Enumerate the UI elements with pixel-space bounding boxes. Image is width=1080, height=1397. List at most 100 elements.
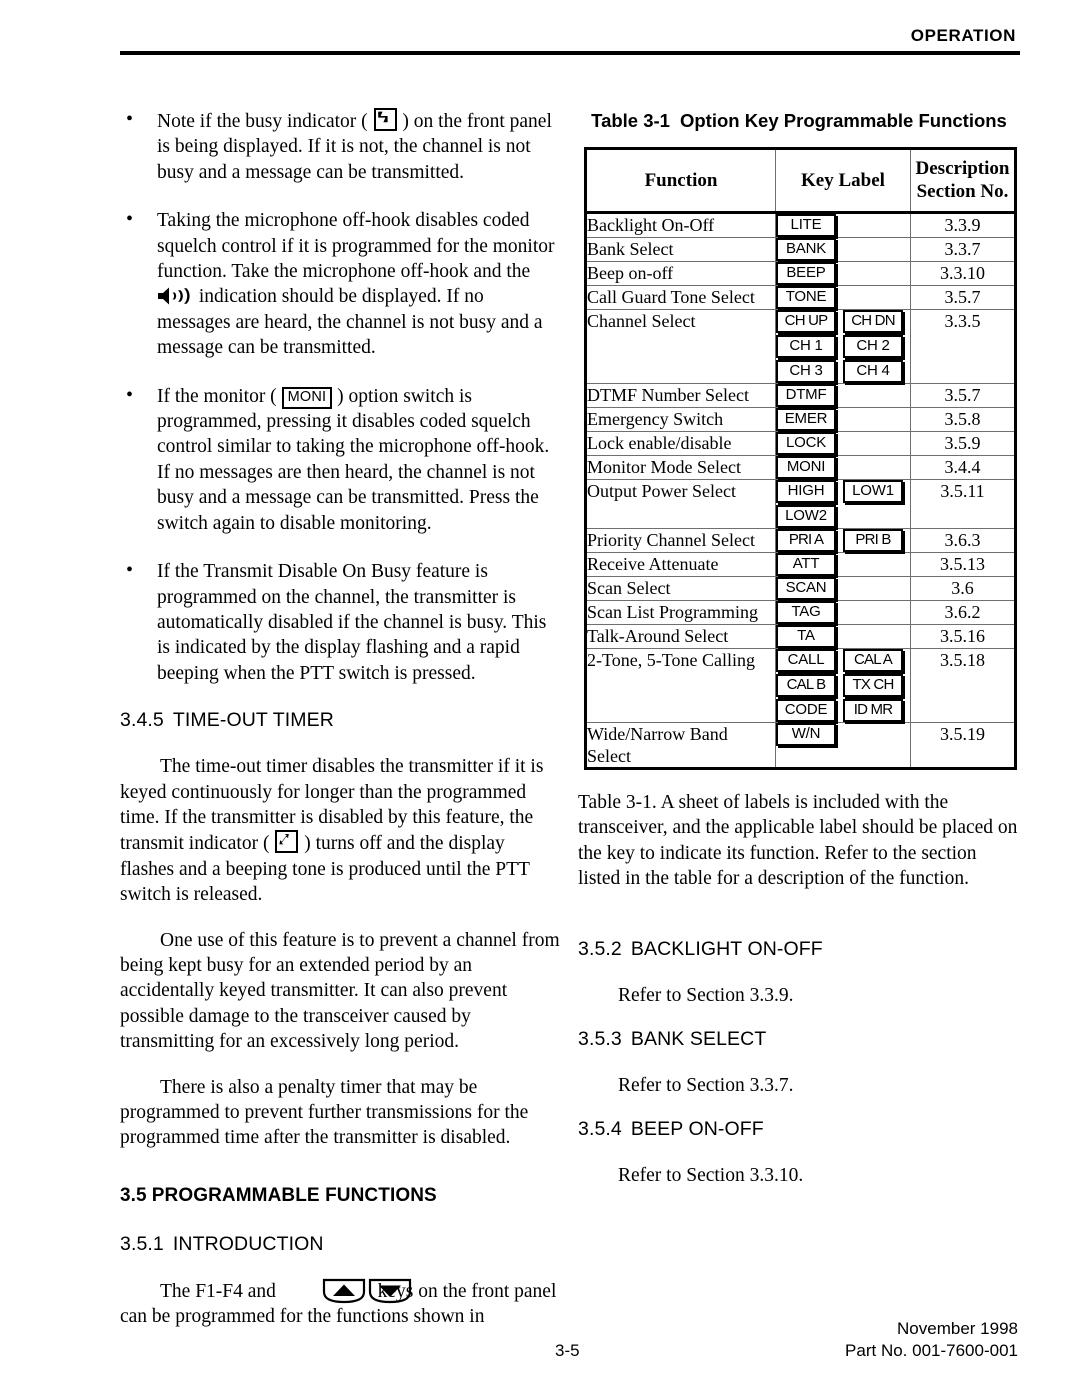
cell-section-no: 3.6.3 bbox=[910, 528, 1016, 553]
table-caption-number: Table 3-1 bbox=[591, 110, 670, 131]
section-heading-352: 3.5.2 BACKLIGHT ON-OFF bbox=[578, 938, 1020, 961]
key-label-box: TAG bbox=[776, 601, 836, 624]
key-label-row: TA bbox=[776, 625, 910, 648]
section-heading-351: 3.5.1 INTRODUCTION bbox=[120, 1233, 562, 1256]
key-label-row: PRI A PRI B bbox=[776, 529, 910, 552]
section-number: 3.5.3 bbox=[578, 1028, 622, 1051]
cell-key-label: ATT bbox=[775, 552, 911, 577]
bullet-text-before: Note if the busy indicator ( bbox=[157, 111, 373, 132]
paragraph-after-table: Table 3-1. A sheet of labels is included… bbox=[578, 792, 1018, 890]
key-label-box: CH DN bbox=[843, 310, 903, 333]
section-title: BANK SELECT bbox=[630, 1028, 767, 1051]
cell-section-no: 3.3.7 bbox=[910, 237, 1016, 262]
key-label-row: LOCK bbox=[776, 432, 910, 455]
key-label-box: EMER bbox=[776, 408, 836, 431]
key-label-box: W/N bbox=[776, 723, 836, 746]
bullet-list: • Note if the busy indicator ( ) on the … bbox=[120, 108, 562, 686]
cell-function: Monitor Mode Select bbox=[585, 455, 776, 480]
cell-key-label: BANK bbox=[775, 237, 911, 262]
cell-key-label: DTMF bbox=[775, 383, 911, 408]
cell-key-label: W/N bbox=[775, 722, 911, 769]
bullet-dot-icon: • bbox=[126, 108, 134, 130]
key-label-box: CODE bbox=[776, 699, 836, 722]
key-label-row: CH 1 CH 2 bbox=[776, 335, 910, 358]
list-item: • Taking the microphone off-hook disable… bbox=[120, 208, 562, 360]
list-item: • If the Transmit Disable On Busy featur… bbox=[120, 559, 562, 686]
speaker-icon bbox=[157, 286, 191, 306]
bullet-dot-icon: • bbox=[126, 559, 134, 582]
key-label-box: LOW2 bbox=[776, 505, 836, 528]
cell-section-no: 3.5.13 bbox=[910, 552, 1016, 577]
key-label-box: LOCK bbox=[776, 432, 836, 455]
cell-section-no: 3.5.19 bbox=[910, 722, 1016, 769]
cell-key-label: LOCK bbox=[775, 431, 911, 456]
section-title: PROGRAMMABLE FUNCTIONS bbox=[151, 1184, 437, 1206]
bullet-text-before: If the monitor ( bbox=[157, 385, 282, 407]
cell-function: Scan Select bbox=[585, 576, 776, 601]
column-header-key-label: Key Label bbox=[775, 148, 911, 214]
cell-section-no: 3.5.9 bbox=[910, 431, 1016, 456]
key-label-row: CH UP CH DN bbox=[776, 310, 910, 333]
key-label-box: CH 4 bbox=[843, 360, 903, 383]
cell-key-label: HIGH LOW1 LOW2 bbox=[775, 479, 911, 529]
cell-key-label: TA bbox=[775, 624, 911, 649]
arrow-down-key-icon bbox=[328, 1278, 411, 1304]
table-row: Call Guard Tone Select TONE 3.5.7 bbox=[585, 285, 1016, 310]
table-row: Beep on-off BEEP 3.3.10 bbox=[585, 261, 1016, 286]
section-title: INTRODUCTION bbox=[172, 1232, 324, 1255]
column-header-description-line2: Section No. bbox=[916, 181, 1009, 202]
paragraph-timeout-2: One use of this feature is to prevent a … bbox=[120, 929, 560, 1053]
key-label-box: ID MR bbox=[843, 699, 903, 722]
table-caption: Table 3-1 Option Key Programmable Functio… bbox=[578, 108, 1020, 133]
header-rule bbox=[120, 51, 1020, 55]
paragraph-timeout-1: The time-out timer disables the transmit… bbox=[120, 754, 562, 907]
table-row: Scan List Programming TAG 3.6.2 bbox=[585, 600, 1016, 625]
cell-function: Receive Attenuate bbox=[585, 552, 776, 577]
cell-key-label: SCAN bbox=[775, 576, 911, 601]
key-label-row: TAG bbox=[776, 601, 910, 624]
bullet-text-after: indication should be displayed. If no me… bbox=[157, 286, 543, 359]
section-number: 3.5 bbox=[120, 1184, 147, 1206]
key-label-row: LOW2 bbox=[776, 505, 910, 528]
key-label-box: CAL A bbox=[843, 649, 903, 672]
cell-function: Talk-Around Select bbox=[585, 624, 776, 649]
page-header-title: OPERATION bbox=[910, 26, 1016, 45]
key-label-row: CODE ID MR bbox=[776, 699, 910, 722]
section-title: BACKLIGHT ON-OFF bbox=[630, 937, 823, 960]
column-header-function: Function bbox=[585, 148, 776, 214]
bullet-text-before: If the Transmit Disable On Busy feature … bbox=[157, 561, 547, 684]
paragraph-text-before: The F1-F4 and bbox=[160, 1280, 281, 1302]
section-number: 3.5.2 bbox=[578, 937, 622, 960]
bullet-text-before: Taking the microphone off-hook disables … bbox=[157, 210, 555, 283]
section-number: 3.5.4 bbox=[578, 1118, 622, 1141]
cell-section-no: 3.5.16 bbox=[910, 624, 1016, 649]
column-header-description: Description Section No. bbox=[910, 148, 1016, 214]
cell-function: Beep on-off bbox=[585, 261, 776, 286]
cell-section-no: 3.6.2 bbox=[910, 600, 1016, 625]
cell-function: DTMF Number Select bbox=[585, 383, 776, 408]
paragraph-352-body: Refer to Section 3.3.9. bbox=[618, 984, 794, 1006]
table-row: Lock enable/disable LOCK 3.5.9 bbox=[585, 431, 1016, 456]
key-label-box: CH 3 bbox=[776, 360, 836, 383]
key-label-row: CAL B TX CH bbox=[776, 674, 910, 697]
key-label-box: LOW1 bbox=[843, 480, 903, 503]
key-label-box: SCAN bbox=[776, 577, 836, 600]
table-row: Talk-Around Select TA 3.5.16 bbox=[585, 624, 1016, 649]
key-label-box: LITE bbox=[776, 214, 836, 237]
cell-key-label: PRI A PRI B bbox=[775, 528, 911, 553]
section-heading-35: 3.5 PROGRAMMABLE FUNCTIONS bbox=[120, 1185, 562, 1207]
cell-key-label: TONE bbox=[775, 285, 911, 310]
key-label-row: EMER bbox=[776, 408, 910, 431]
cell-function: Emergency Switch bbox=[585, 407, 776, 432]
cell-section-no: 3.6 bbox=[910, 576, 1016, 601]
key-label-row: LITE bbox=[776, 214, 910, 237]
key-label-box: CH 2 bbox=[843, 335, 903, 358]
table-body: Backlight On-Off LITE 3.3.9 Bank Select BANK… bbox=[585, 212, 1016, 769]
cell-function: Backlight On-Off bbox=[585, 212, 776, 238]
key-label-box: TONE bbox=[776, 286, 836, 309]
cell-section-no: 3.3.10 bbox=[910, 261, 1016, 286]
table-row: Output Power Select HIGH LOW1 LOW2 3.5.11 bbox=[585, 479, 1016, 529]
table-row: Receive Attenuate ATT 3.5.13 bbox=[585, 552, 1016, 577]
bullet-dot-icon: • bbox=[126, 208, 134, 231]
right-column: Table 3-1 Option Key Programmable Functio… bbox=[578, 108, 1020, 1209]
